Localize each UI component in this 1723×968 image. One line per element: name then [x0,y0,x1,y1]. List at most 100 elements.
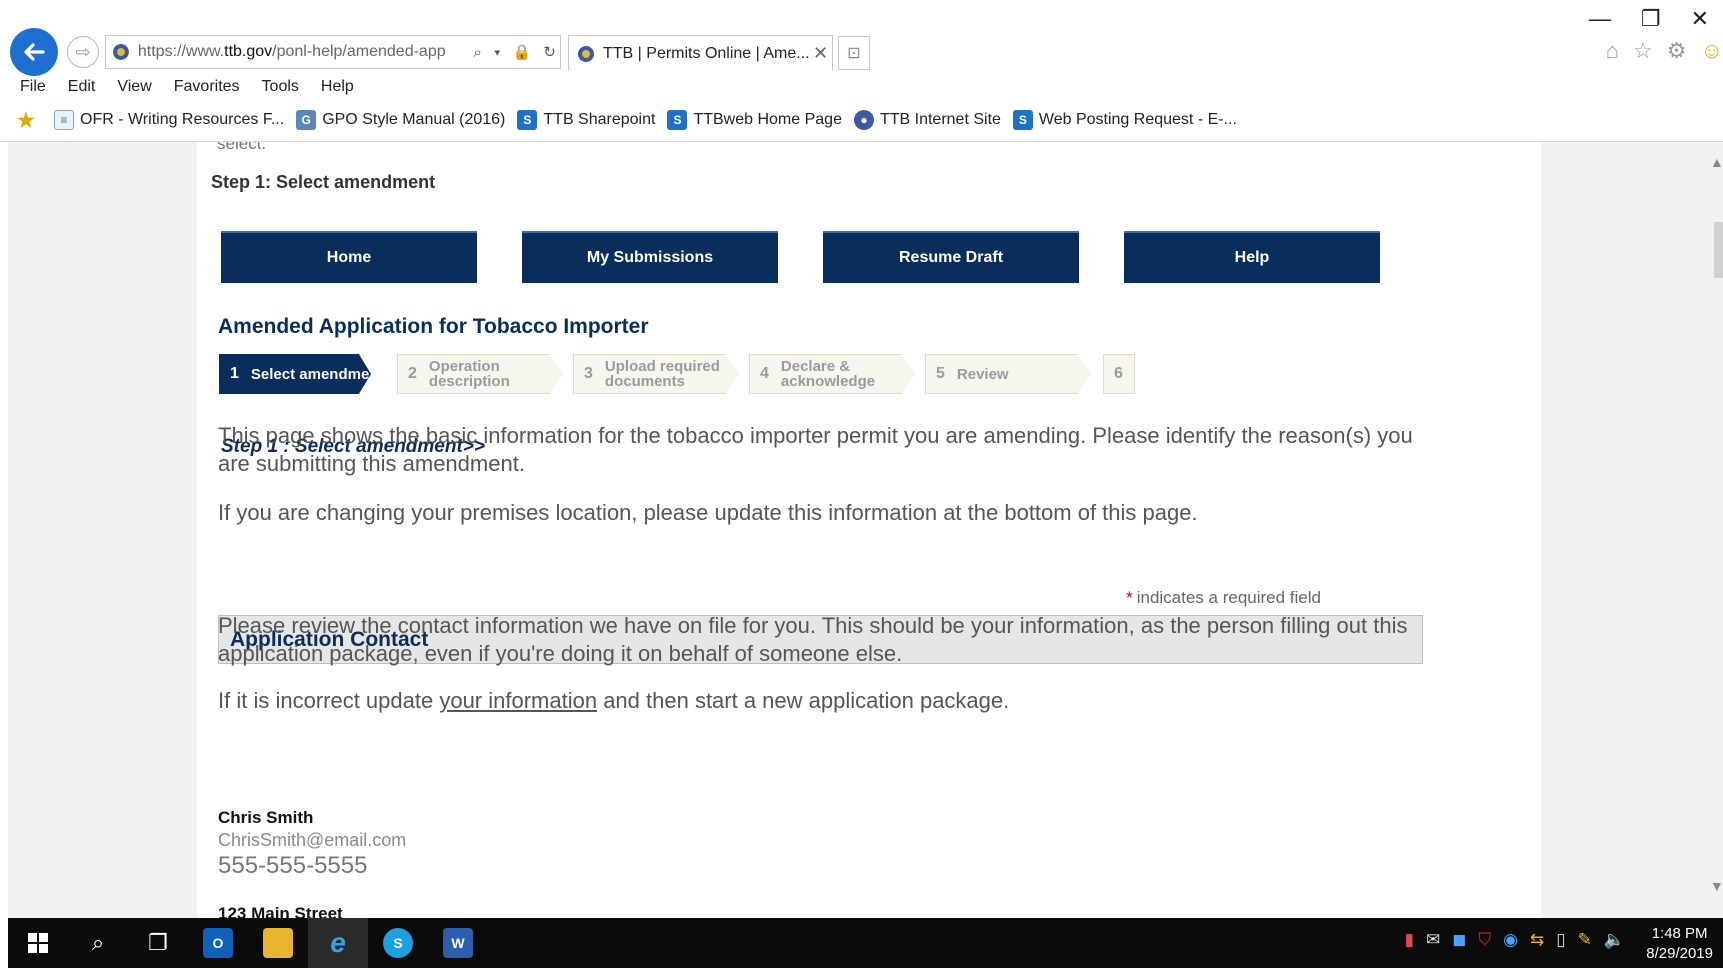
menu-bar: File Edit View Favorites Tools Help [20,78,376,96]
system-tray: ▮ ✉ ◼ ⛉ ◉ ⇆ ▯ ✎ 🔈 [1405,930,1625,950]
home-button[interactable]: Home [221,231,477,283]
premises-note: If you are changing your premises locati… [218,500,1198,525]
menu-favorites[interactable]: Favorites [174,78,240,96]
back-arrow-icon [24,43,45,61]
skype-tray-icon[interactable]: ◉ [1503,930,1518,950]
sync-icon[interactable]: ⇆ [1530,930,1544,950]
contact-phone: 555-555-5555 [218,852,368,879]
task-view-button[interactable]: ❐ [128,918,188,968]
favorites-star-icon[interactable]: ☆ [1633,38,1653,64]
windows-taskbar: ⌕ ❐ O e S W ▮ ✉ ◼ ⛉ ◉ ⇆ ▯ ✎ 🔈 1:48 PM 8/… [8,918,1723,968]
my-submissions-button[interactable]: My Submissions [522,231,778,283]
favorite-ofr[interactable]: ≡ OFR - Writing Resources F... [54,110,284,130]
mail-icon[interactable]: ✉ [1426,930,1440,950]
menu-edit[interactable]: Edit [68,78,96,96]
scrollbar-thumb[interactable] [1714,222,1723,278]
add-favorite-star-icon: ★ [17,109,35,132]
restore-icon[interactable]: ❐ [1641,6,1661,32]
tray-app-icon[interactable]: ▮ [1405,930,1414,950]
progress-steps: 1 Select amendment 2 Operation descripti… [219,354,1319,394]
favorite-ttb-sharepoint[interactable]: S TTB Sharepoint [517,110,655,130]
sharepoint-icon: S [517,110,538,130]
menu-help[interactable]: Help [321,78,354,96]
outlook-icon: O [203,928,233,958]
taskbar-clock[interactable]: 1:48 PM 8/29/2019 [1646,924,1713,964]
window-controls: — ❐ ✕ [1589,6,1709,32]
word-icon: W [443,928,473,958]
back-button[interactable] [10,28,58,76]
step-4[interactable]: 4 Declare & acknowledge [749,354,915,394]
active-tab[interactable]: TTB | Permits Online | Ame... ✕ [568,35,833,71]
skype-icon: S [383,928,413,958]
file-explorer-button[interactable] [248,918,308,968]
usb-device-icon[interactable]: ▯ [1556,930,1565,950]
your-information-link[interactable]: your information [439,688,597,713]
gpo-icon: G [296,110,317,130]
resume-draft-button[interactable]: Resume Draft [823,231,1079,283]
forward-button[interactable]: ⇨ [67,36,99,68]
page-content: select. Step 1: Select amendment Home My… [197,142,1541,918]
new-tab-button[interactable]: ⊡ [838,36,870,70]
step-2[interactable]: 2 Operation description [397,354,563,394]
site-shield-icon [112,44,129,60]
word-button[interactable]: W [428,918,488,968]
contact-email: ChrisSmith@email.com [218,830,407,850]
clock-date: 8/29/2019 [1646,945,1713,962]
favorites-bar: ★ ≡ OFR - Writing Resources F... G GPO Sty… [16,109,1249,132]
address-bar[interactable]: https://www.ttb.gov/ponl-help/amended-ap… [105,35,561,69]
notes-icon[interactable]: ✎ [1578,930,1592,950]
required-star: * [1126,588,1133,607]
task-view-icon: ❐ [148,930,168,955]
forward-arrow-icon: ⇨ [75,41,91,62]
required-field-note: * indicates a required field [1126,588,1321,607]
volume-icon[interactable]: 🔈 [1604,930,1625,950]
search-button[interactable]: ⌕ [68,918,128,968]
windows-logo-icon [28,933,48,953]
minimize-icon[interactable]: — [1589,6,1611,32]
menu-view[interactable]: View [117,78,151,96]
intro-paragraph: This page shows the basic information fo… [218,423,1413,476]
document-icon: ≡ [54,110,74,130]
settings-gear-icon[interactable]: ⚙ [1667,38,1687,64]
skype-button[interactable]: S [368,918,428,968]
update-info-text: If it is incorrect update your informati… [218,688,1010,713]
ttb-shield-icon: ● [853,110,874,130]
contact-review-text: Please review the contact information we… [218,613,1408,666]
internet-explorer-button[interactable]: e [308,918,368,968]
favorite-ttb-internet[interactable]: ● TTB Internet Site [853,110,1001,130]
outlook-tray-icon[interactable]: ◼ [1452,930,1466,950]
menu-tools[interactable]: Tools [262,78,299,96]
url-text[interactable]: https://www.ttb.gov/ponl-help/amended-ap… [138,43,466,61]
close-icon[interactable]: ✕ [1691,6,1709,32]
sharepoint-icon: S [1012,110,1033,130]
step-heading: Step 1: Select amendment [211,172,436,192]
favorite-gpo[interactable]: G GPO Style Manual (2016) [296,110,505,130]
portal-nav: Home My Submissions Resume Draft Help [221,231,1425,283]
step-5[interactable]: 5 Review [925,354,1091,394]
sharepoint-icon: S [667,110,688,130]
outlook-taskbar-button[interactable]: O [188,918,248,968]
browser-chrome: ⇨ https://www.ttb.gov/ponl-help/amended-… [0,0,1723,142]
tab-close-icon[interactable]: ✕ [813,43,828,64]
scroll-up-icon[interactable]: ▲ [1710,154,1723,170]
help-button[interactable]: Help [1124,231,1380,283]
smiley-feedback-icon[interactable]: ☺ [1701,38,1723,64]
step-1[interactable]: 1 Select amendment [219,354,371,394]
contact-name: Chris Smith [218,808,314,827]
favorite-web-posting[interactable]: S Web Posting Request - E-... [1012,110,1237,130]
menu-file[interactable]: File [20,78,46,96]
favorite-ttbweb-home[interactable]: S TTBweb Home Page [667,110,842,130]
home-icon[interactable]: ⌂ [1606,38,1619,64]
page-viewport: select. Step 1: Select amendment Home My… [8,142,1723,918]
address-controls[interactable]: ⌕ ▾ 🔒 ↻ [474,43,560,61]
favorites-bar-star[interactable]: ★ [16,109,42,132]
step-6[interactable]: 6 [1103,354,1135,394]
tab-favicon-icon [578,45,594,62]
toolbar-icons: ⌂ ☆ ⚙ ☺ [1606,38,1723,64]
step-3[interactable]: 3 Upload required documents [573,354,739,394]
folder-icon [263,928,293,958]
clipped-text: select. [217,142,267,153]
scroll-down-icon[interactable]: ▼ [1710,878,1723,894]
security-shield-icon[interactable]: ⛉ [1478,930,1491,950]
start-button[interactable] [8,918,68,968]
